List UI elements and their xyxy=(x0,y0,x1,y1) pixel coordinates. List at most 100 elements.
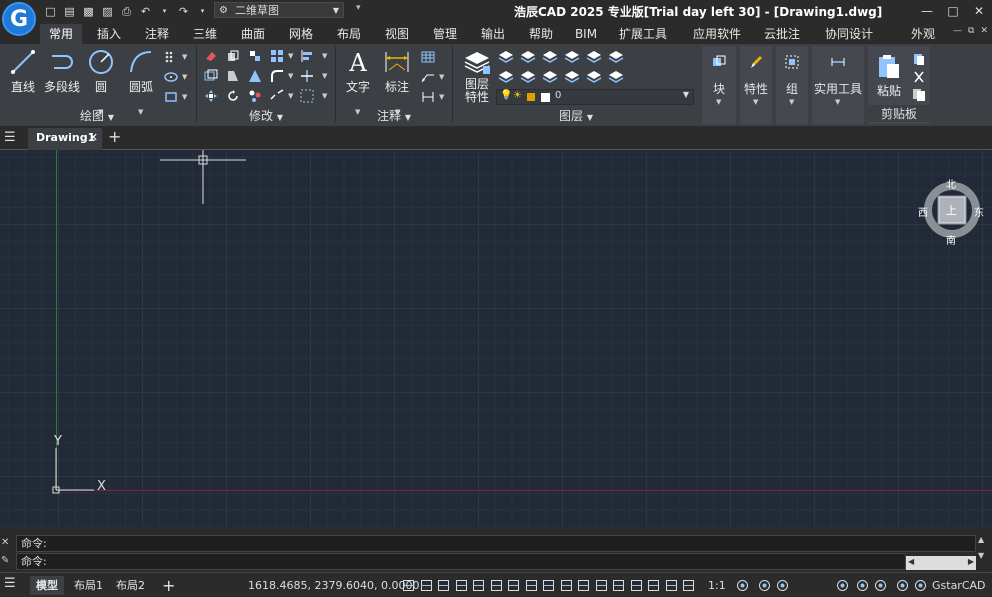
tab-view[interactable]: 视图 xyxy=(376,24,418,44)
compass-north[interactable]: 北 xyxy=(946,176,956,191)
block-panel[interactable]: 块 ▼ xyxy=(702,46,736,124)
doc-minimize-icon[interactable]: — xyxy=(953,26,962,36)
tab-layout2[interactable]: 布局2 xyxy=(116,576,145,595)
mirror-icon[interactable] xyxy=(248,49,262,63)
3d-osnap-icon[interactable] xyxy=(595,579,608,592)
viewcube-top-face[interactable]: 上 xyxy=(946,202,957,218)
tab-surface[interactable]: 曲面 xyxy=(232,24,274,44)
hamburger-menu-icon[interactable]: ☰ xyxy=(4,130,16,145)
tab-home[interactable]: 常用 xyxy=(40,24,82,44)
dyn-toggle-icon[interactable] xyxy=(682,579,695,592)
copy-icon[interactable] xyxy=(226,49,240,63)
tab-insert[interactable]: 插入 xyxy=(88,24,130,44)
tab-manage[interactable]: 管理 xyxy=(424,24,466,44)
tab-3d[interactable]: 三维 xyxy=(184,24,226,44)
modify-panel-title[interactable]: 修改 ▼ xyxy=(198,107,334,124)
layer-unlock-icon[interactable] xyxy=(542,70,558,84)
redo-icon[interactable]: ↷ xyxy=(177,5,190,18)
align-dropdown-icon[interactable]: ▼ xyxy=(322,52,327,60)
annotation-visibility-icon[interactable] xyxy=(736,579,749,592)
scale-icon[interactable] xyxy=(248,69,262,83)
properties-panel[interactable]: 特性 ▼ xyxy=(740,46,772,124)
tab-mesh[interactable]: 网格 xyxy=(280,24,322,44)
qat-customize-icon[interactable]: ▾ xyxy=(356,3,361,13)
tab-appearance[interactable]: 外观 xyxy=(908,24,938,44)
polyline-button[interactable]: 多段线 xyxy=(42,48,82,95)
workspace-switch-icon[interactable] xyxy=(647,579,660,592)
settings-gear-icon[interactable] xyxy=(836,579,849,592)
ellipse-icon[interactable] xyxy=(164,70,178,84)
annotation-panel-title[interactable]: 注释 ▼ xyxy=(337,107,451,124)
layer-previous-icon[interactable] xyxy=(564,70,580,84)
dynamic-ucs-icon[interactable] xyxy=(507,579,520,592)
linear-dim-dropdown-icon[interactable]: ▼ xyxy=(439,93,444,101)
save-as-icon[interactable]: ▨ xyxy=(101,5,114,18)
cut-icon[interactable] xyxy=(912,70,926,84)
lineweight-icon[interactable] xyxy=(542,579,555,592)
explode-icon[interactable] xyxy=(248,89,262,103)
rotate-icon[interactable] xyxy=(226,89,240,103)
selection-cycling-icon[interactable] xyxy=(577,579,590,592)
tab-bim[interactable]: BIM xyxy=(568,24,604,44)
align-icon[interactable] xyxy=(300,49,314,63)
group-panel[interactable]: 组 ▼ xyxy=(776,46,808,124)
layer-current-icon[interactable] xyxy=(608,50,624,64)
polar-icon[interactable] xyxy=(455,579,468,592)
paste-button[interactable]: 粘贴 xyxy=(872,52,906,99)
layer-match-icon[interactable] xyxy=(586,50,602,64)
layer-properties-button[interactable]: 图层 特性 xyxy=(458,48,496,104)
tab-applications[interactable]: 应用软件 xyxy=(686,24,748,44)
stretch-icon[interactable] xyxy=(226,69,240,83)
open-folder-icon[interactable]: ▤ xyxy=(63,5,76,18)
offset-icon[interactable] xyxy=(204,69,218,83)
viewcube[interactable]: 北 南 东 西 上 xyxy=(918,176,986,247)
leader-icon[interactable] xyxy=(421,70,435,84)
ortho-icon[interactable] xyxy=(437,579,450,592)
layer-lock-icon[interactable] xyxy=(564,50,580,64)
leader-dropdown-icon[interactable]: ▼ xyxy=(439,73,444,81)
annotation-monitor-icon[interactable] xyxy=(630,579,643,592)
fillet-dropdown-icon[interactable]: ▼ xyxy=(288,72,293,80)
command-scrollbar[interactable]: ◀ ▶ xyxy=(906,556,976,570)
layout-grid-icon[interactable] xyxy=(776,579,789,592)
rectangle-dropdown-icon[interactable]: ▼ xyxy=(182,93,187,101)
draw-more-dropdown-icon[interactable]: ▼ xyxy=(182,53,187,61)
array-icon[interactable] xyxy=(270,49,284,63)
tab-extension-tools[interactable]: 扩展工具 xyxy=(612,24,674,44)
tab-help[interactable]: 帮助 xyxy=(520,24,562,44)
object-track-icon[interactable] xyxy=(490,579,503,592)
arc-button[interactable]: 圆弧 xyxy=(124,48,158,95)
trim-dropdown-icon[interactable]: ▼ xyxy=(322,72,327,80)
save-icon[interactable]: ▩ xyxy=(82,5,95,18)
annotation-scale[interactable]: 1:1 xyxy=(708,576,726,595)
doc-close-icon[interactable]: ✕ xyxy=(980,26,988,36)
tab-layout[interactable]: 布局 xyxy=(328,24,370,44)
move-icon[interactable] xyxy=(204,89,218,103)
tab-cloud-markup[interactable]: 云批注 xyxy=(758,24,806,44)
undo-dropdown-icon[interactable]: ▾ xyxy=(158,5,171,18)
layer-off-icon[interactable] xyxy=(498,50,514,64)
utilities-panel[interactable]: 实用工具 ▼ xyxy=(812,46,864,124)
doc-restore-icon[interactable]: ⧉ xyxy=(968,26,974,36)
maximize-icon[interactable]: □ xyxy=(940,0,966,22)
tab-collaboration[interactable]: 协同设计 xyxy=(818,24,880,44)
layer-isolate-icon[interactable] xyxy=(520,50,536,64)
draw-panel-title[interactable]: 绘图 ▼ xyxy=(0,107,194,124)
scroll-left-icon[interactable]: ◀ xyxy=(908,557,914,566)
break-icon[interactable] xyxy=(270,89,284,103)
table-icon[interactable] xyxy=(421,50,435,64)
copy-clip-icon[interactable] xyxy=(912,52,926,66)
close-tab-icon[interactable]: ✕ xyxy=(89,128,98,148)
layer-walk-icon[interactable] xyxy=(586,70,602,84)
layers-panel-title[interactable]: 图层 ▼ xyxy=(454,107,698,124)
erase-icon[interactable] xyxy=(204,49,218,63)
linear-dim-icon[interactable] xyxy=(421,90,435,104)
isolate-objects-icon[interactable] xyxy=(874,579,887,592)
point-grid-icon[interactable] xyxy=(164,50,178,64)
clean-screen-icon[interactable] xyxy=(914,579,927,592)
document-tab[interactable]: Drawing1 ✕ xyxy=(28,128,102,150)
current-layer-select[interactable]: 💡 ☀ 0 ▼ xyxy=(496,89,694,105)
select-dropdown-icon[interactable]: ▼ xyxy=(322,92,327,100)
ortho-toggle-icon[interactable] xyxy=(665,579,678,592)
transparency-icon[interactable] xyxy=(560,579,573,592)
